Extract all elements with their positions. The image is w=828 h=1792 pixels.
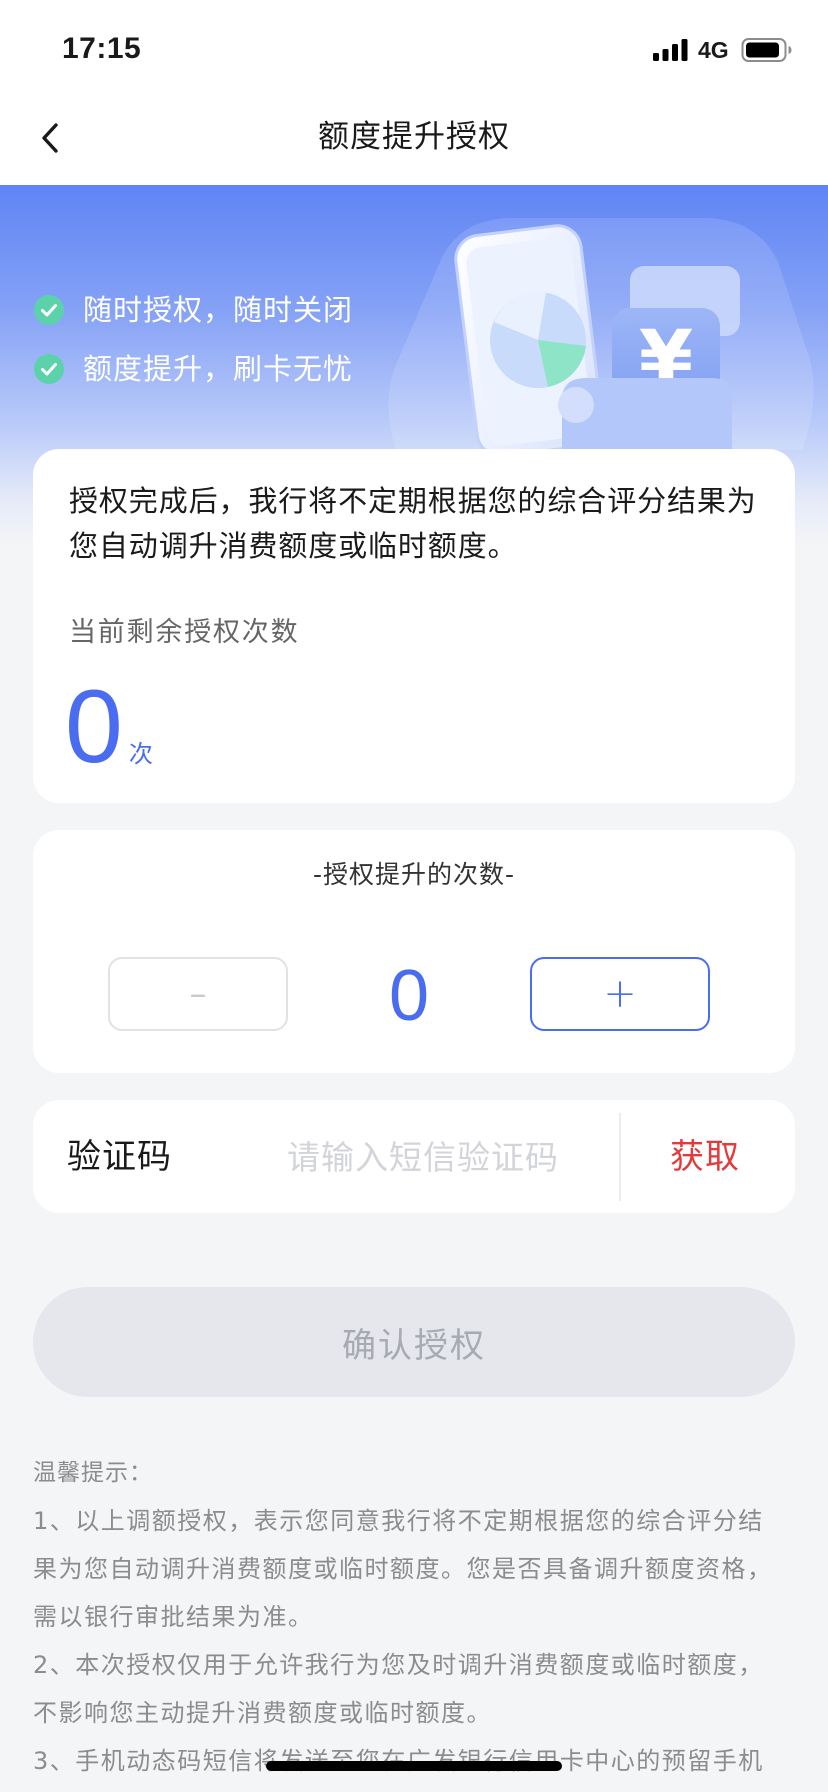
sms-code-input[interactable] (287, 1130, 605, 1184)
divider (619, 1113, 621, 1201)
remaining-label: 当前剩余授权次数 (69, 617, 300, 648)
sms-code-row: 验证码 获取 (33, 1100, 795, 1213)
stepper-title: -授权提升的次数- (312, 860, 516, 889)
page-title: 额度提升授权 (318, 118, 510, 155)
decrement-button[interactable]: – (108, 957, 288, 1031)
tips-title: 温馨提示： (33, 1460, 153, 1486)
feature-text: 额度提升，刷卡无忧 (83, 352, 354, 386)
authorization-description: 授权完成后，我行将不定期根据您的综合评分结果为 您自动调升消费额度或临时额度。 (69, 479, 757, 569)
get-code-button[interactable]: 获取 (670, 1136, 740, 1178)
status-time: 17:15 (62, 32, 142, 65)
nav-bar: 额度提升授权 (0, 88, 828, 185)
remaining-count-display: 0 次 (65, 675, 153, 779)
status-bar: 17:15 4G (0, 0, 828, 88)
home-indicator[interactable] (266, 1761, 562, 1771)
description-line: 授权完成后，我行将不定期根据您的综合评分结果为 (69, 484, 757, 518)
feature-item: 随时授权，随时关闭 (34, 290, 353, 330)
tips-line: 不影响您主动提升消费额度或临时额度。 (33, 1699, 492, 1727)
chevron-left-icon[interactable] (36, 120, 64, 156)
increment-button[interactable]: + (530, 957, 710, 1031)
phone-chart-yuan-illustration: ¥ (388, 218, 814, 450)
network-type: 4G (698, 37, 729, 63)
tips-line: 2、本次授权仅用于允许我行为您及时调升消费额度或临时额度， (33, 1651, 764, 1679)
tips-line: 1、以上调额授权，表示您同意我行将不定期根据您的综合评分结 (33, 1507, 764, 1535)
remaining-count: 0 (65, 669, 123, 785)
description-line: 您自动调升消费额度或临时额度。 (69, 529, 518, 563)
tips-line: 需以银行审批结果为准。 (33, 1603, 314, 1631)
check-circle-icon (34, 295, 64, 325)
tips-line: 果为您自动调升消费额度或临时额度。您是否具备调升额度资格， (33, 1555, 773, 1583)
check-circle-icon (34, 354, 64, 384)
tips-section: 温馨提示： 1、以上调额授权，表示您同意我行将不定期根据您的综合评分结 果为您自… (33, 1449, 813, 1785)
feature-item: 额度提升，刷卡无忧 (34, 349, 353, 389)
authorization-count-stepper: -授权提升的次数- – 0 + (33, 830, 795, 1073)
sms-code-label: 验证码 (67, 1137, 172, 1177)
feature-text: 随时授权，随时关闭 (83, 293, 354, 327)
battery-icon (741, 38, 792, 62)
stepper-value: 0 (388, 956, 430, 1036)
confirm-authorization-button[interactable]: 确认授权 (33, 1287, 795, 1397)
pie-chart-illustration (490, 291, 586, 388)
remaining-unit: 次 (128, 740, 153, 768)
signal-bars-icon (653, 39, 688, 61)
info-card: 授权完成后，我行将不定期根据您的综合评分结果为 您自动调升消费额度或临时额度。 … (33, 449, 795, 803)
